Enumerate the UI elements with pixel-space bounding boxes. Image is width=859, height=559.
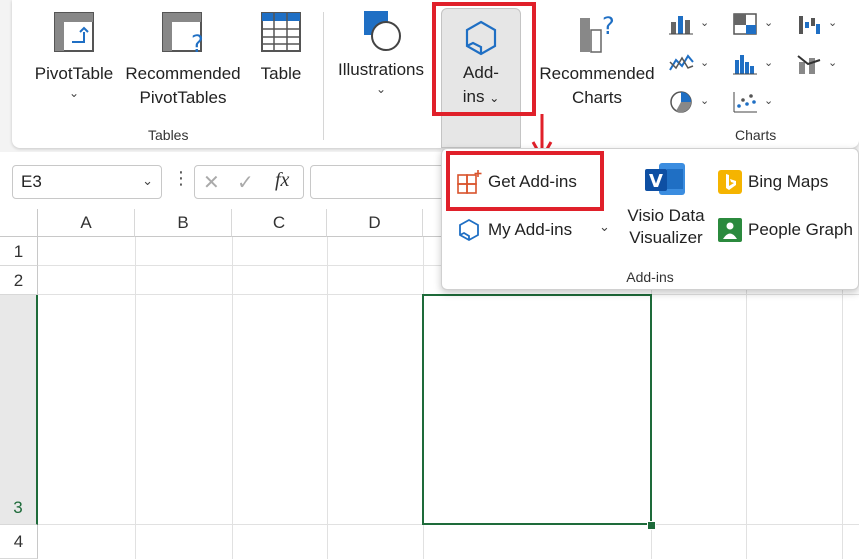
- pie-chart-button[interactable]: ⌄: [668, 90, 714, 116]
- name-box[interactable]: E3 ⌄: [12, 165, 162, 199]
- tables-group-label: Tables: [148, 127, 189, 143]
- column-header-b[interactable]: B: [135, 209, 232, 237]
- recommended-charts-button[interactable]: ? Recommended Charts: [536, 10, 658, 110]
- waterfall-chart-button[interactable]: ⌄: [796, 12, 842, 38]
- scatter-chart-icon: [733, 92, 757, 113]
- charts-group-label: Charts: [735, 127, 777, 143]
- scatter-chart-button[interactable]: ⌄: [732, 90, 778, 116]
- column-chart-button[interactable]: ⌄: [668, 12, 714, 38]
- chevron-down-icon: ⌄: [764, 95, 774, 107]
- chevron-down-icon: ⌄: [764, 17, 774, 29]
- people-graph-label: People Graph: [748, 220, 853, 239]
- visio-icon: V: [645, 163, 685, 195]
- pivottable-label: PivotTable: [34, 64, 114, 83]
- row-header-3[interactable]: 3: [0, 295, 38, 525]
- bing-maps-label: Bing Maps: [748, 172, 829, 191]
- chevron-down-icon: ⌄: [764, 57, 774, 69]
- selected-cell-e3[interactable]: [422, 294, 652, 525]
- recommended-pivottables-icon: ?: [162, 12, 204, 54]
- hierarchy-chart-button[interactable]: ⌄: [732, 12, 778, 38]
- recommended-charts-icon: ?: [580, 12, 615, 53]
- chevron-down-icon: ⌄: [700, 57, 710, 69]
- svg-text:?: ?: [191, 30, 204, 54]
- treemap-chart-icon: [733, 13, 757, 35]
- visio-label-2: Visualizer: [629, 228, 703, 247]
- recommended-pivottables-label-1: Recommended: [125, 64, 241, 83]
- select-all-corner[interactable]: [0, 209, 38, 237]
- column-header-c[interactable]: C: [232, 209, 327, 237]
- insert-function-icon[interactable]: fx: [275, 169, 289, 192]
- combo-chart-button[interactable]: ⌄: [796, 52, 842, 78]
- gridline: [135, 237, 136, 559]
- recommended-charts-label-1: Recommended: [539, 64, 655, 83]
- fill-handle[interactable]: [647, 521, 656, 530]
- gridline: [327, 237, 328, 559]
- combo-chart-icon: [797, 55, 821, 74]
- pivottable-icon: [54, 12, 94, 52]
- pie-chart-icon: [670, 91, 692, 113]
- bing-icon: [718, 170, 742, 194]
- illustrations-icon: [364, 11, 401, 51]
- chevron-down-icon[interactable]: ⌄: [599, 219, 610, 235]
- people-graph-item[interactable]: People Graph: [718, 217, 856, 245]
- column-header-a[interactable]: A: [38, 209, 135, 237]
- row-header-1[interactable]: 1: [0, 237, 38, 266]
- svg-text:?: ?: [602, 12, 615, 40]
- get-addins-highlight-box: [446, 151, 604, 211]
- chevron-down-icon: ⌄: [828, 17, 838, 29]
- chevron-down-icon: ⌄: [700, 95, 710, 107]
- more-options-icon[interactable]: ⋮: [172, 168, 190, 189]
- chevron-down-icon: ⌄: [828, 57, 838, 69]
- bing-maps-item[interactable]: Bing Maps: [718, 169, 856, 197]
- table-icon: [261, 12, 301, 52]
- cancel-icon[interactable]: ✕: [203, 170, 220, 195]
- pivottable-button[interactable]: PivotTable ⌄: [30, 10, 118, 100]
- row-header-4[interactable]: 4: [0, 525, 38, 559]
- name-box-value: E3: [21, 172, 42, 191]
- my-addins-label: My Add-ins: [488, 220, 573, 239]
- visio-data-visualizer-item[interactable]: V Visio Data Visualizer: [620, 159, 712, 259]
- ribbon: PivotTable ⌄ ? Recommended PivotTables T…: [0, 0, 859, 152]
- chevron-down-icon: ⌄: [68, 86, 80, 100]
- addins-highlight-box: [432, 2, 536, 116]
- visio-label-1: Visio Data: [627, 206, 705, 225]
- my-addins-item[interactable]: My Add-ins ⌄: [456, 217, 616, 245]
- recommended-pivottables-label-2: PivotTables: [139, 88, 227, 107]
- line-chart-icon: [669, 54, 694, 71]
- gridline: [232, 237, 233, 559]
- addins-icon: [459, 218, 479, 242]
- line-chart-button[interactable]: ⌄: [668, 52, 714, 78]
- illustrations-label: Illustrations: [338, 60, 424, 79]
- row-header-2[interactable]: 2: [0, 266, 38, 295]
- chevron-down-icon: ⌄: [375, 82, 387, 96]
- statistic-chart-button[interactable]: ⌄: [732, 52, 778, 78]
- column-header-d[interactable]: D: [327, 209, 423, 237]
- table-label: Table: [260, 64, 302, 83]
- recommended-pivottables-button[interactable]: ? Recommended PivotTables: [122, 10, 244, 110]
- addins-group-label: Add-ins: [626, 269, 674, 285]
- histogram-chart-icon: [733, 55, 757, 75]
- people-graph-icon: [718, 218, 742, 242]
- chevron-down-icon: ⌄: [700, 17, 710, 29]
- formula-controls: ✕ ✓ fx: [194, 165, 304, 199]
- table-button[interactable]: Table: [252, 10, 310, 86]
- svg-text:V: V: [649, 171, 663, 192]
- formula-input[interactable]: [310, 165, 452, 199]
- column-chart-icon: [669, 16, 693, 35]
- illustrations-button[interactable]: Illustrations ⌄: [333, 8, 429, 96]
- waterfall-chart-icon: [799, 16, 820, 34]
- group-divider: [323, 12, 324, 140]
- enter-icon[interactable]: ✓: [237, 170, 254, 195]
- recommended-charts-label-2: Charts: [571, 88, 623, 107]
- chevron-down-icon[interactable]: ⌄: [142, 173, 153, 189]
